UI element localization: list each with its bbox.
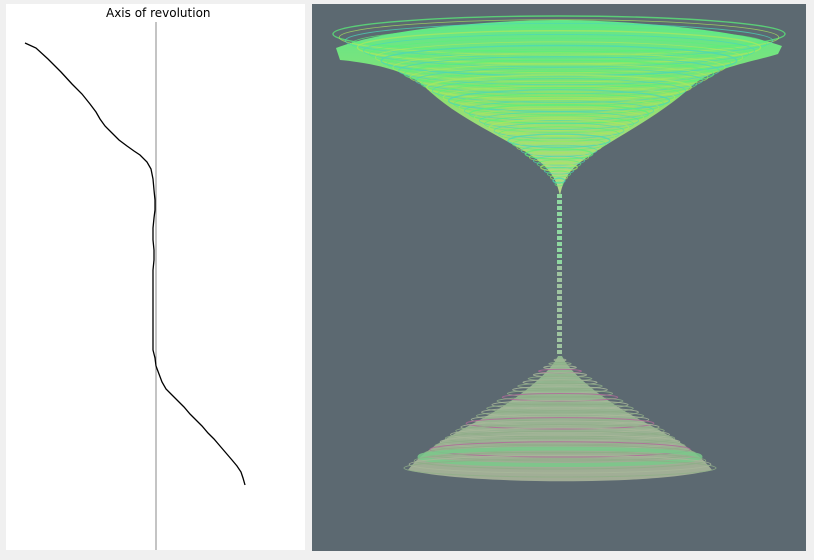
stem-segment bbox=[557, 218, 562, 222]
stem-segment bbox=[557, 206, 562, 210]
stem-segment bbox=[557, 308, 562, 312]
stem bbox=[557, 194, 562, 354]
stem-segment bbox=[557, 272, 562, 276]
stem-segment bbox=[557, 200, 562, 204]
stem-segment bbox=[557, 284, 562, 288]
surface-of-revolution-render[interactable] bbox=[312, 4, 806, 551]
stem-segment bbox=[557, 350, 562, 354]
stem-segment bbox=[557, 296, 562, 300]
profile-canvas[interactable] bbox=[6, 4, 305, 550]
stem-segment bbox=[557, 332, 562, 336]
stem-segment bbox=[557, 242, 562, 246]
stem-segment bbox=[557, 326, 562, 330]
3d-view-panel[interactable] bbox=[312, 4, 806, 551]
stem-segment bbox=[557, 290, 562, 294]
stem-segment bbox=[557, 266, 562, 270]
profile-drawing-panel[interactable]: Axis of revolution bbox=[6, 4, 305, 550]
stem-segment bbox=[557, 320, 562, 324]
stem-segment bbox=[557, 254, 562, 258]
stem-segment bbox=[557, 344, 562, 348]
stem-segment bbox=[557, 236, 562, 240]
stem-segment bbox=[557, 302, 562, 306]
stem-segment bbox=[557, 260, 562, 264]
profile-curve bbox=[24, 42, 246, 486]
stem-segment bbox=[557, 338, 562, 342]
stem-segment bbox=[557, 314, 562, 318]
stem-segment bbox=[557, 230, 562, 234]
stem-segment bbox=[557, 248, 562, 252]
stem-segment bbox=[557, 194, 562, 198]
stem-segment bbox=[557, 224, 562, 228]
stem-segment bbox=[557, 212, 562, 216]
stem-segment bbox=[557, 278, 562, 282]
